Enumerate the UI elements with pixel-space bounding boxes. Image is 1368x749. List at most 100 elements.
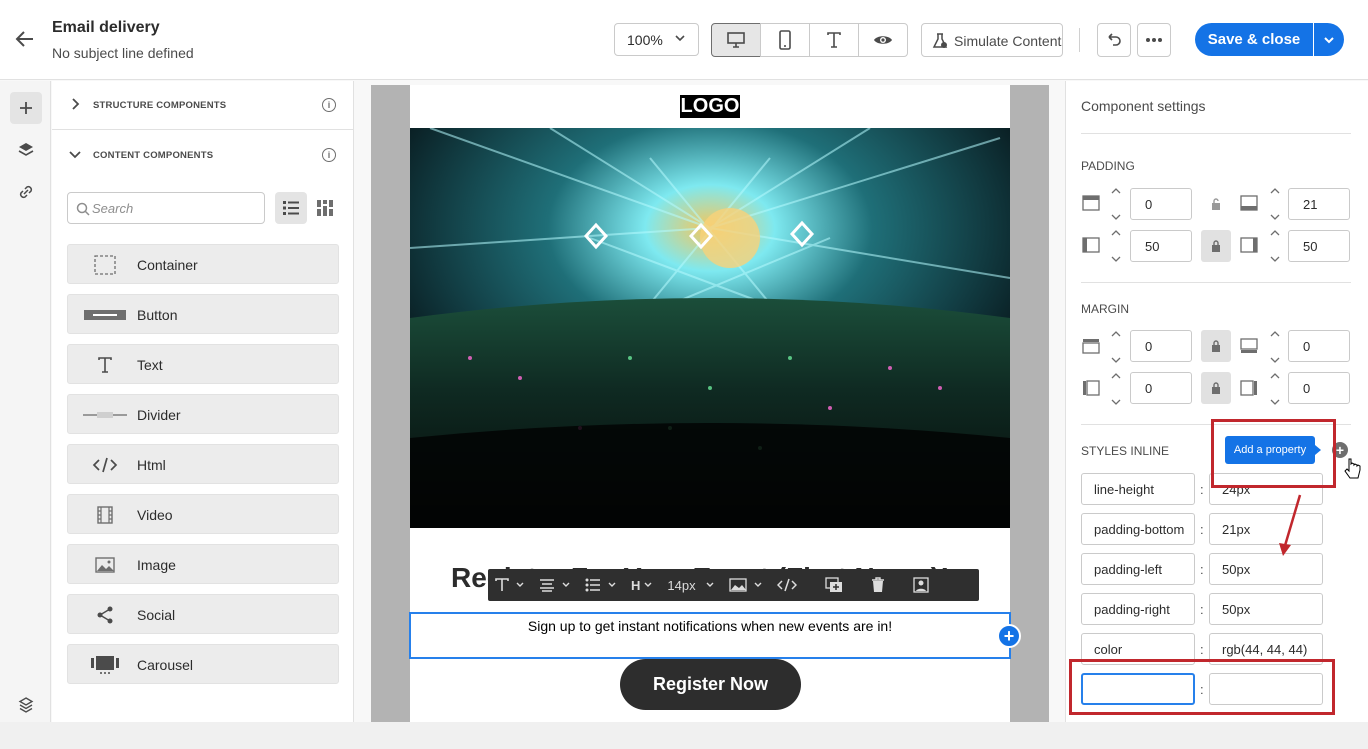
margin-left-input[interactable]: 0 bbox=[1130, 372, 1192, 404]
layer-settings-button[interactable] bbox=[10, 689, 42, 721]
margin-right-icon bbox=[1240, 380, 1257, 396]
list-button[interactable] bbox=[578, 569, 624, 601]
insert-image-button[interactable] bbox=[722, 569, 770, 601]
content-components-label: CONTENT COMPONENTS bbox=[93, 150, 214, 161]
video-icon bbox=[82, 503, 128, 527]
margin-right-input[interactable]: 0 bbox=[1288, 372, 1350, 404]
component-divider[interactable]: Divider bbox=[67, 394, 339, 434]
padding-lock-icon[interactable] bbox=[1201, 230, 1231, 262]
style-key-input[interactable]: line-height bbox=[1081, 473, 1195, 505]
component-carousel[interactable]: Carousel bbox=[67, 644, 339, 684]
chevron-down-icon bbox=[516, 582, 524, 587]
align-button[interactable] bbox=[532, 569, 578, 601]
more-options-button[interactable] bbox=[1137, 23, 1171, 57]
component-html[interactable]: Html bbox=[67, 444, 339, 484]
margin-lock-icon[interactable] bbox=[1201, 372, 1231, 404]
desktop-view-button[interactable] bbox=[711, 23, 761, 57]
register-now-button[interactable]: Register Now bbox=[620, 659, 801, 710]
body-text[interactable]: Sign up to get instant notifications whe… bbox=[410, 618, 1010, 634]
style-key-input[interactable]: padding-left bbox=[1081, 553, 1195, 585]
delete-button[interactable] bbox=[864, 569, 892, 601]
hero-image[interactable] bbox=[410, 128, 1010, 528]
undo-button[interactable] bbox=[1097, 23, 1131, 57]
info-icon[interactable]: i bbox=[322, 148, 336, 162]
component-label: Html bbox=[137, 457, 166, 473]
style-key-input[interactable]: padding-right bbox=[1081, 593, 1195, 625]
padding-bottom-input[interactable]: 21 bbox=[1288, 188, 1350, 220]
list-view-button[interactable] bbox=[275, 192, 307, 224]
components-panel: STRUCTURE COMPONENTS i CONTENT COMPONENT… bbox=[52, 81, 354, 722]
grid-view-button[interactable] bbox=[309, 192, 341, 224]
margin-lock-icon[interactable] bbox=[1201, 330, 1231, 362]
heading-button[interactable]: H bbox=[624, 569, 660, 601]
font-size-select[interactable]: 14px bbox=[660, 569, 721, 601]
logo[interactable]: LOGO bbox=[680, 95, 740, 118]
padding-left-stepper[interactable] bbox=[1105, 226, 1127, 266]
padding-right-stepper[interactable] bbox=[1264, 226, 1286, 266]
style-key-input[interactable]: padding-bottom bbox=[1081, 513, 1195, 545]
add-components-button[interactable] bbox=[10, 92, 42, 124]
content-components-section[interactable]: CONTENT COMPONENTS i bbox=[52, 131, 354, 180]
save-options-dropdown[interactable] bbox=[1314, 23, 1344, 56]
arrow-left-icon[interactable] bbox=[14, 28, 38, 52]
component-video[interactable]: Video bbox=[67, 494, 339, 534]
padding-bottom-stepper[interactable] bbox=[1264, 184, 1286, 224]
search-input[interactable]: Search bbox=[67, 192, 265, 224]
kv-separator: : bbox=[1200, 562, 1204, 577]
padding-top-input[interactable]: 0 bbox=[1130, 188, 1192, 220]
info-icon[interactable]: i bbox=[322, 98, 336, 112]
preview-mode-group bbox=[711, 23, 908, 57]
duplicate-icon bbox=[824, 577, 842, 592]
zoom-value: 100% bbox=[627, 32, 663, 48]
kv-separator: : bbox=[1200, 602, 1204, 617]
arrow-annotation-icon bbox=[1279, 494, 1302, 556]
duplicate-button[interactable] bbox=[818, 569, 850, 601]
trash-icon bbox=[871, 577, 884, 592]
margin-left-stepper[interactable] bbox=[1105, 369, 1127, 409]
page-title: Email delivery bbox=[52, 19, 160, 36]
personalization-button[interactable] bbox=[906, 569, 936, 601]
share-icon bbox=[82, 603, 128, 627]
padding-left-input[interactable]: 50 bbox=[1130, 230, 1192, 262]
hand-cursor-icon bbox=[1344, 458, 1361, 479]
align-center-icon bbox=[540, 579, 554, 592]
toolbar-divider bbox=[1079, 28, 1080, 52]
save-close-button[interactable]: Save & close bbox=[1195, 23, 1313, 56]
component-image[interactable]: Image bbox=[67, 544, 339, 584]
structure-components-section[interactable]: STRUCTURE COMPONENTS i bbox=[52, 81, 354, 130]
component-label: Carousel bbox=[137, 657, 194, 673]
component-text[interactable]: Text bbox=[67, 344, 339, 384]
component-button[interactable]: Button bbox=[67, 294, 339, 334]
source-code-button[interactable] bbox=[770, 569, 804, 601]
panel-title: Component settings bbox=[1081, 98, 1206, 114]
text-view-button[interactable] bbox=[809, 23, 859, 57]
top-bar: Email delivery No subject line defined 1… bbox=[0, 0, 1368, 80]
subject-line-status: No subject line defined bbox=[52, 45, 194, 61]
component-social[interactable]: Social bbox=[67, 594, 339, 634]
text-icon bbox=[495, 578, 509, 591]
layers-settings-icon bbox=[18, 697, 34, 713]
margin-right-stepper[interactable] bbox=[1264, 369, 1286, 409]
font-size-value: 14px bbox=[667, 577, 696, 593]
zoom-select[interactable]: 100% bbox=[614, 23, 699, 56]
links-button[interactable] bbox=[10, 176, 42, 208]
margin-left-icon bbox=[1083, 380, 1100, 396]
preview-button[interactable] bbox=[858, 23, 908, 57]
margin-bottom-input[interactable]: 0 bbox=[1288, 330, 1350, 362]
rich-text-toolbar: H 14px bbox=[488, 569, 979, 601]
margin-bottom-stepper[interactable] bbox=[1264, 327, 1286, 367]
padding-left-icon bbox=[1082, 237, 1100, 253]
padding-lock-icon[interactable] bbox=[1201, 188, 1231, 220]
add-block-icon[interactable]: + bbox=[997, 624, 1021, 648]
margin-top-input[interactable]: 0 bbox=[1130, 330, 1192, 362]
style-value-input[interactable]: 50px bbox=[1209, 593, 1323, 625]
padding-top-stepper[interactable] bbox=[1105, 184, 1127, 224]
layers-button[interactable] bbox=[10, 134, 42, 166]
text-style-button[interactable] bbox=[488, 569, 532, 601]
component-container[interactable]: Container bbox=[67, 244, 339, 284]
highlight-box bbox=[1069, 659, 1335, 715]
simulate-content-button[interactable]: Simulate Content bbox=[921, 23, 1063, 57]
mobile-view-button[interactable] bbox=[760, 23, 810, 57]
padding-right-input[interactable]: 50 bbox=[1288, 230, 1350, 262]
margin-top-stepper[interactable] bbox=[1105, 327, 1127, 367]
